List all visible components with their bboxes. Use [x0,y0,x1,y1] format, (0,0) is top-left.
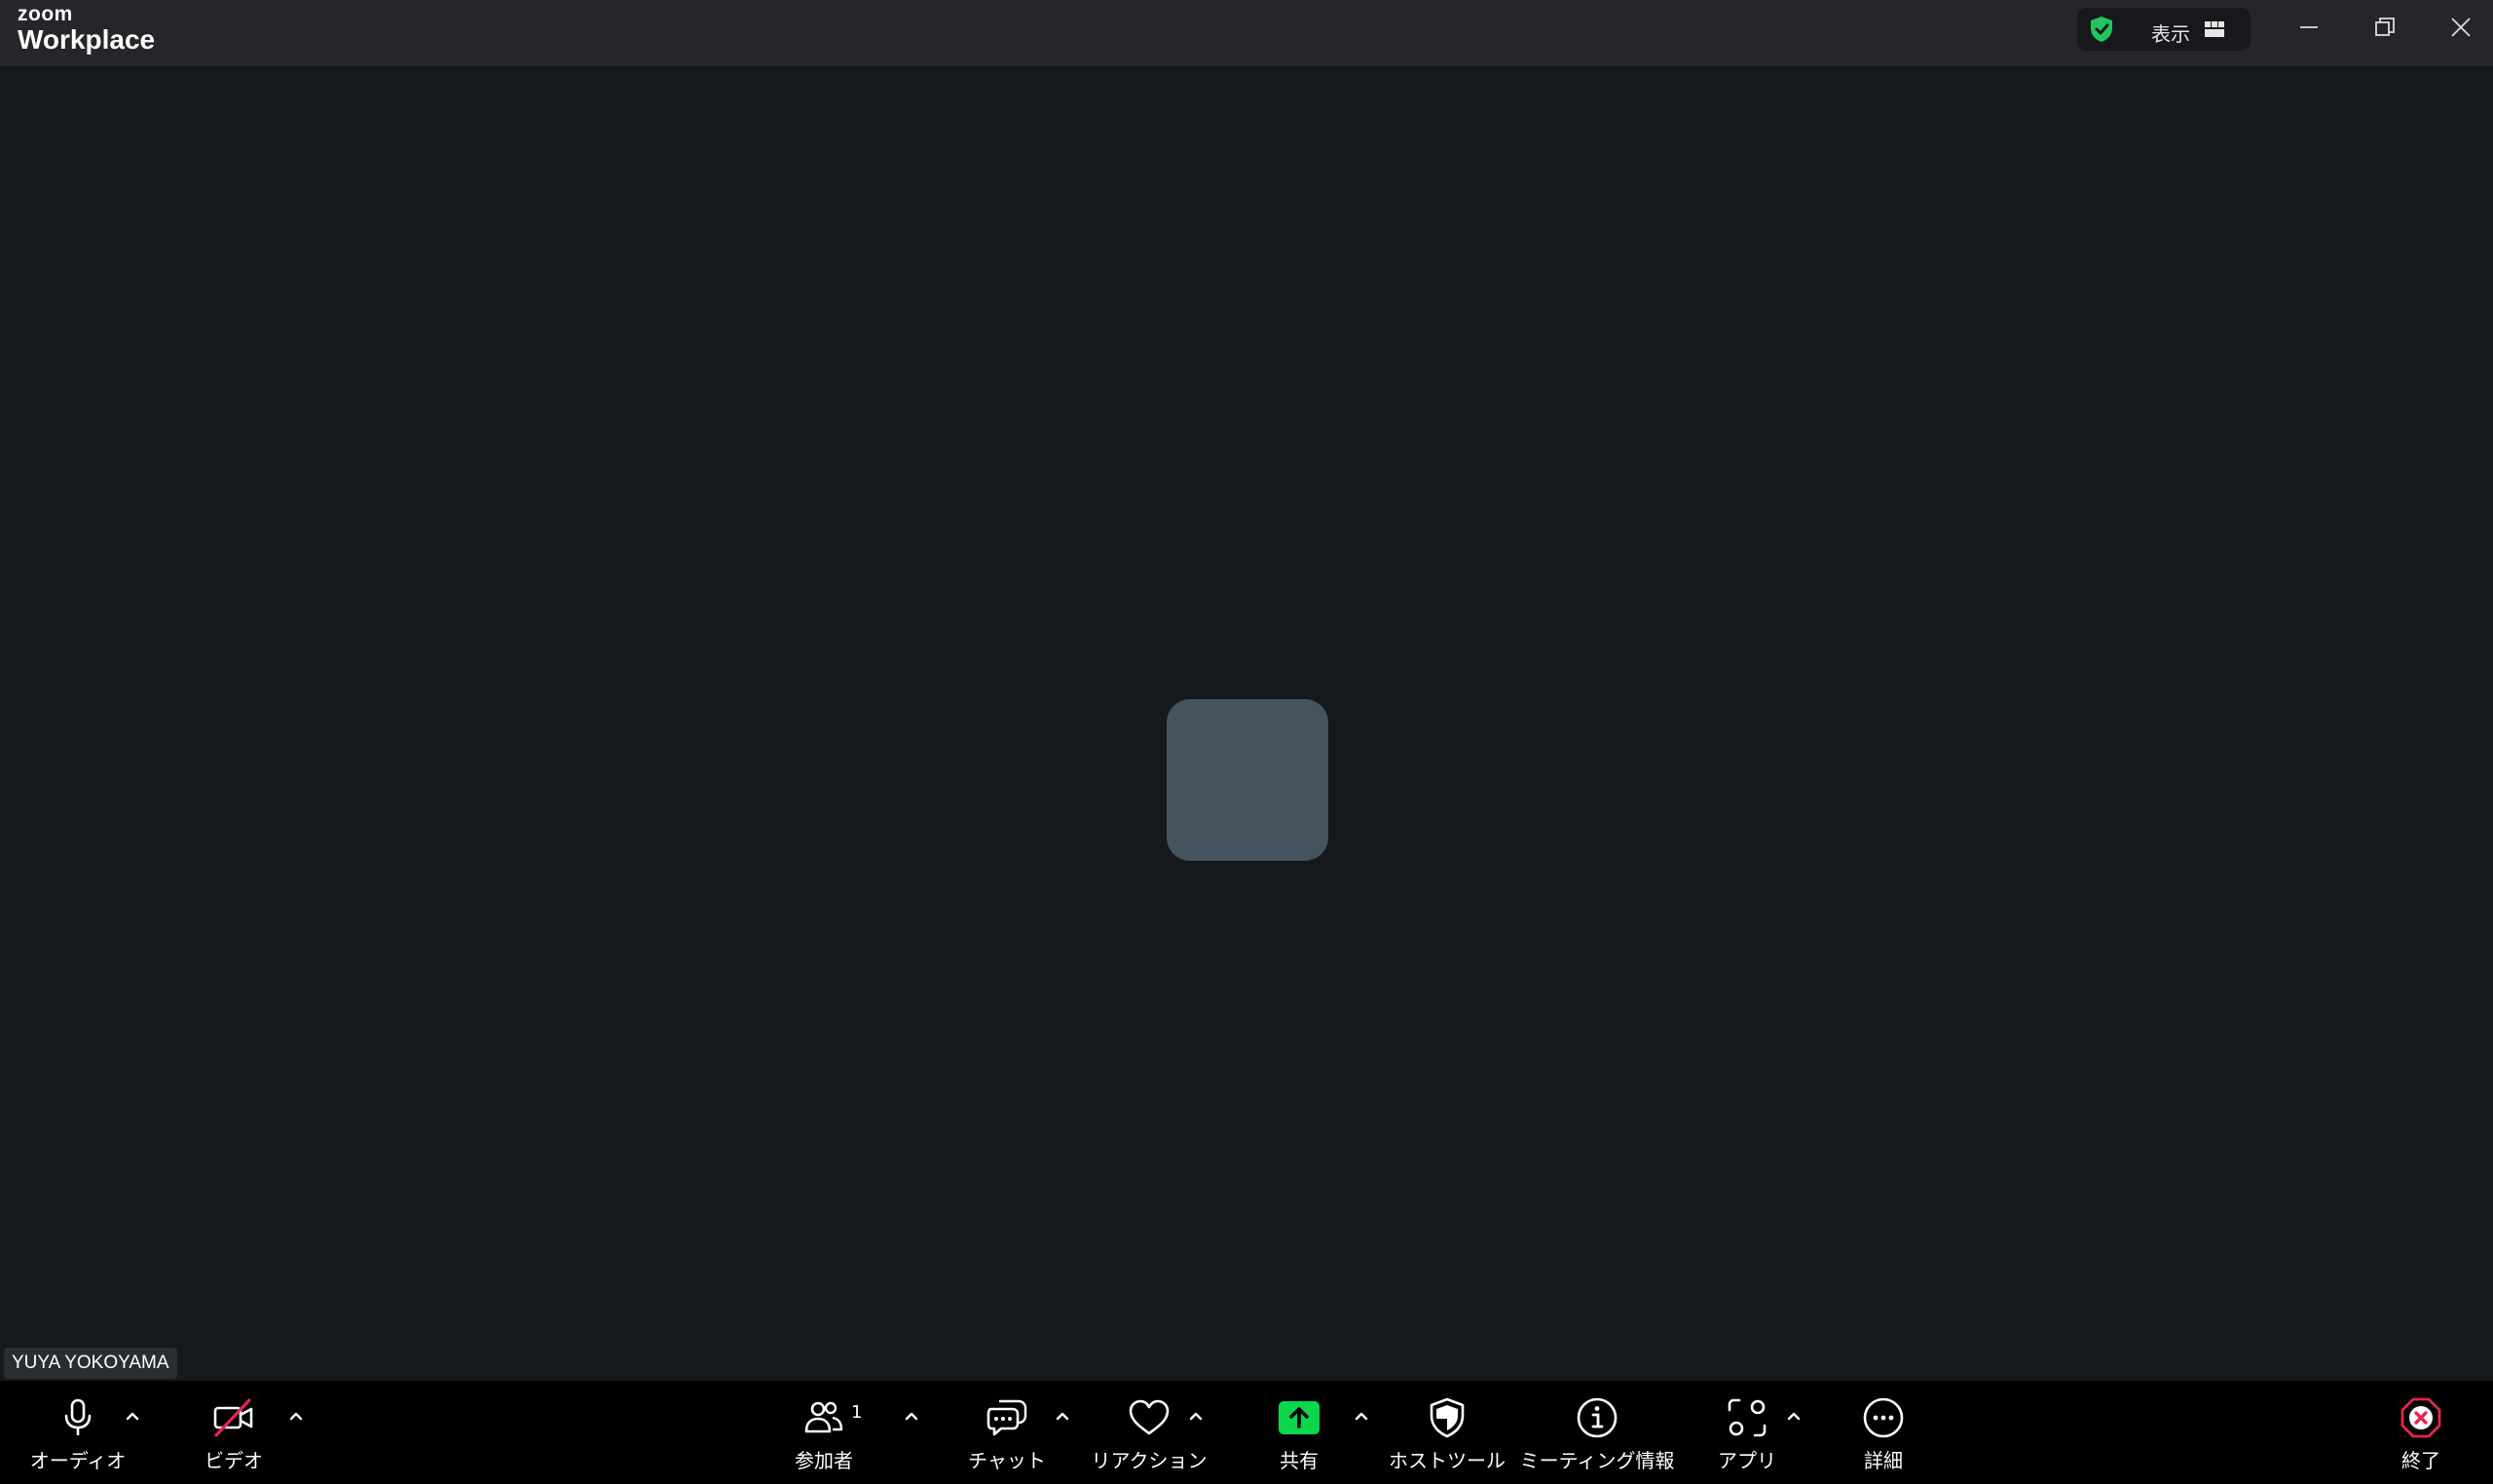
view-label: 表示 [2151,22,2190,46]
minimize-button[interactable] [2271,0,2347,55]
logo-workplace-text: Workplace [18,24,156,55]
video-off-icon [213,1398,253,1437]
info-icon [1577,1397,1618,1438]
end-meeting-icon [2400,1397,2441,1438]
chat-label: チャット [968,1449,1046,1472]
participants-icon [804,1401,843,1433]
participants-label: 参加者 [795,1449,853,1472]
reactions-label: リアクション [1091,1449,1208,1472]
restore-icon [2375,18,2395,36]
security-shield-icon [2091,17,2112,42]
apps-button[interactable]: アプリ [1698,1381,1796,1484]
audio-label: オーディオ [29,1449,127,1472]
apps-options-chevron-up-icon[interactable] [1784,1406,1804,1426]
more-label: 詳細 [1864,1449,1903,1472]
meeting-toolbar: オーディオ ビデオ 1 参加者 チャット リアクション 共有 ホストツール ミー… [0,1381,2493,1484]
reactions-button[interactable]: リアクション [1092,1381,1208,1484]
heart-icon [1129,1399,1170,1435]
host-shield-icon [1430,1397,1465,1438]
host-tools-button[interactable]: ホストツール [1389,1381,1506,1484]
minimize-icon [2300,26,2318,28]
end-meeting-button[interactable]: 終了 [2372,1381,2470,1484]
title-bar: zoom Workplace 表示 [0,0,2493,66]
meeting-info-button[interactable]: ミーティング情報 [1520,1381,1674,1484]
app-logo: zoom Workplace [18,4,155,54]
host-tools-label: ホストツール [1389,1449,1506,1472]
share-button[interactable]: 共有 [1250,1381,1348,1484]
view-button[interactable]: 表示 [2077,8,2251,51]
more-options-icon [1863,1397,1904,1438]
apps-label: アプリ [1718,1449,1776,1472]
participants-options-chevron-up-icon[interactable] [902,1406,921,1426]
participant-name-tag: YUYA YOKOYAMA [4,1348,177,1379]
close-icon [2451,18,2471,37]
close-button[interactable] [2423,0,2493,55]
video-label: ビデオ [205,1449,263,1472]
chat-button[interactable]: チャット [958,1381,1056,1484]
video-button[interactable]: ビデオ [185,1381,282,1484]
video-area: YUYA YOKOYAMA [0,66,2493,1381]
microphone-icon [64,1398,92,1435]
audio-options-chevron-up-icon[interactable] [123,1406,142,1426]
participant-avatar [1167,699,1328,861]
more-button[interactable]: 詳細 [1835,1381,1932,1484]
meeting-info-label: ミーティング情報 [1519,1449,1675,1472]
participants-button[interactable]: 1 参加者 [775,1381,873,1484]
reactions-options-chevron-up-icon[interactable] [1186,1406,1206,1426]
share-screen-icon [1279,1401,1320,1434]
participants-count: 1 [851,1402,863,1423]
video-options-chevron-up-icon[interactable] [286,1406,306,1426]
end-label: 終了 [2401,1449,2440,1472]
grid-view-icon [2205,21,2224,37]
share-label: 共有 [1280,1449,1319,1472]
apps-icon [1728,1398,1767,1437]
chat-options-chevron-up-icon[interactable] [1053,1406,1072,1426]
chat-icon [986,1399,1027,1436]
share-options-chevron-up-icon[interactable] [1352,1406,1371,1426]
restore-button[interactable] [2347,0,2423,55]
audio-button[interactable]: オーディオ [29,1381,127,1484]
logo-zoom-text: zoom [18,3,73,25]
